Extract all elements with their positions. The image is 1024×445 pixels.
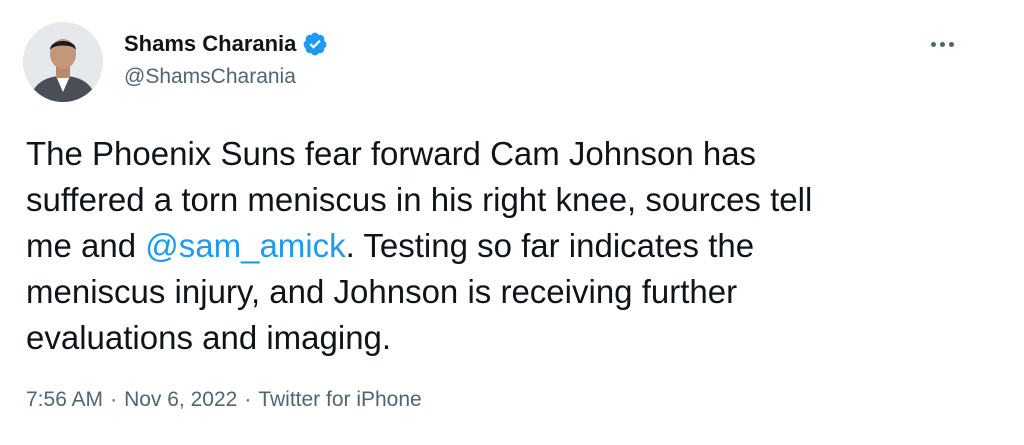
avatar-image [23, 22, 103, 102]
tweet-text-segment: me and [26, 227, 146, 264]
tweet-text: The Phoenix Suns fear forward Cam Johnso… [26, 131, 966, 361]
tweet-source: Twitter for iPhone [258, 388, 422, 411]
tweet-line: The Phoenix Suns fear forward Cam Johnso… [26, 135, 757, 172]
dot-icon [930, 41, 936, 47]
author-name-text: Shams Charania [124, 31, 297, 56]
tweet-meta: 7:56 AM · Nov 6, 2022 · Twitter for iPhone [26, 386, 422, 414]
tweet-line: meniscus injury, and Johnson is receivin… [26, 273, 738, 310]
author-name[interactable]: Shams Charania [124, 31, 328, 57]
more-options-icon[interactable] [926, 32, 958, 56]
meta-separator: · [244, 388, 252, 411]
dot-icon [939, 41, 945, 47]
meta-separator: · [110, 388, 118, 411]
author-handle[interactable]: @ShamsCharania [124, 64, 296, 90]
tweet-time[interactable]: 7:56 AM [26, 388, 103, 411]
tweet-line: me and @sam_amick. Testing so far indica… [26, 223, 966, 269]
tweet-line: suffered a torn meniscus in his right kn… [26, 181, 813, 218]
mention-link[interactable]: @sam_amick [145, 227, 345, 264]
avatar[interactable] [23, 22, 103, 102]
tweet-line: evaluations and imaging. [26, 319, 392, 356]
tweet-card: Shams Charania @ShamsCharania The Phoeni… [0, 0, 1024, 445]
tweet-date[interactable]: Nov 6, 2022 [124, 388, 237, 411]
verified-badge-icon [302, 31, 328, 57]
dot-icon [948, 41, 954, 47]
tweet-text-segment: . Testing so far indicates the [345, 227, 755, 264]
